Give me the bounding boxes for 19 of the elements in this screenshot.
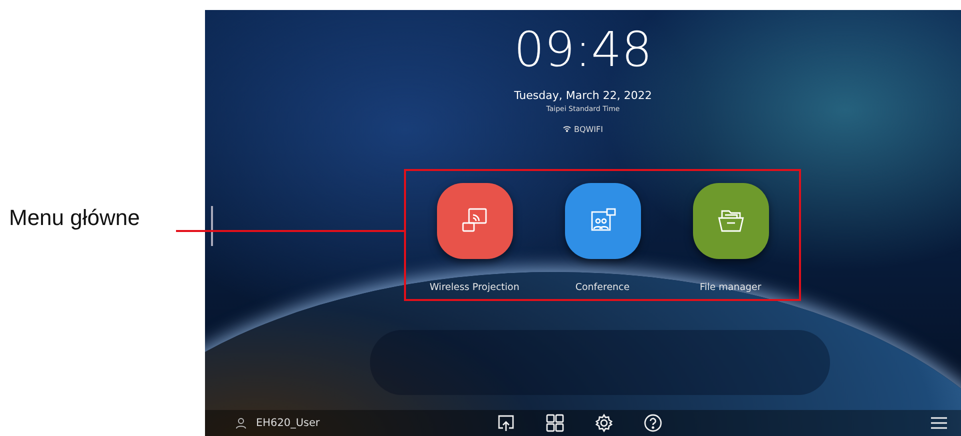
- wifi-icon: [562, 126, 571, 132]
- menu-icon[interactable]: [930, 416, 948, 430]
- callout-label: Menu główne: [9, 205, 140, 231]
- date: Tuesday, March 22, 2022: [514, 88, 652, 102]
- user-icon[interactable]: [234, 416, 248, 430]
- side-handle[interactable]: [211, 206, 213, 246]
- app-button[interactable]: [692, 182, 768, 259]
- app-button[interactable]: [564, 182, 640, 259]
- clock: 09:48: [514, 24, 652, 77]
- settings-icon[interactable]: [594, 413, 614, 433]
- app-label: File manager: [700, 282, 762, 293]
- user-name[interactable]: EH620_User: [256, 417, 320, 429]
- app-label: Conference: [575, 282, 630, 293]
- app-label: Wireless Projection: [430, 282, 520, 293]
- upload-screen-icon[interactable]: [496, 413, 516, 433]
- grid-icon[interactable]: [544, 413, 565, 433]
- app-button[interactable]: [436, 182, 512, 259]
- help-icon[interactable]: [642, 413, 663, 433]
- wifi-name: BQWIFI: [574, 124, 603, 134]
